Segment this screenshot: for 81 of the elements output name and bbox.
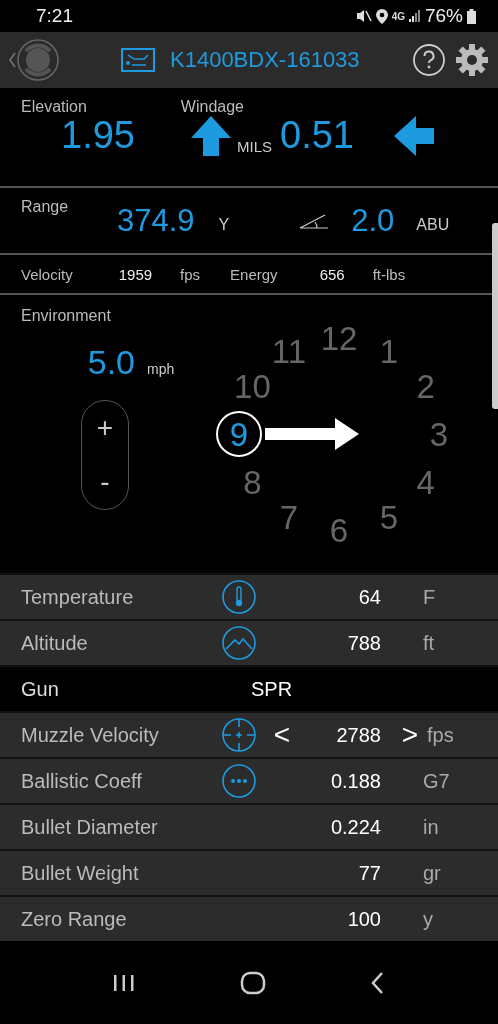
energy-label: Energy (230, 265, 278, 283)
windage-label: Windage (180, 98, 244, 116)
setting-label: Altitude (21, 631, 89, 655)
mute-icon (355, 9, 372, 23)
angle-icon (299, 212, 330, 229)
setting-unit: fps (427, 723, 454, 747)
wind-arrow-icon (265, 416, 361, 452)
setting-unit: F (423, 585, 436, 609)
battery-level: 76% (424, 5, 463, 27)
velocity-unit: fps (180, 265, 201, 283)
back-button[interactable] (6, 37, 62, 83)
device-name: K1400BDX-161033 (170, 47, 361, 73)
setting-label: Temperature (21, 585, 135, 609)
unit-label: MILS (237, 138, 272, 155)
angle-unit: ABU (416, 215, 450, 234)
setting-unit: gr (423, 861, 441, 885)
setting-label: Muzzle Velocity (21, 723, 160, 747)
range-unit: Y (218, 215, 230, 234)
setting-label: Bullet Diameter (21, 815, 159, 839)
clock-hour[interactable]: 1 (379, 334, 399, 368)
arrow-icon (191, 115, 231, 156)
gun-name: SPR (251, 677, 293, 701)
velocity-value: 1959 (118, 265, 153, 283)
wind-speed-unit: mph (147, 361, 175, 377)
settings-button[interactable] (454, 42, 490, 78)
setting-value: 788 (346, 631, 381, 655)
crosshair-icon[interactable] (221, 717, 257, 753)
clock-hour[interactable]: 10 (234, 369, 271, 403)
help-button[interactable] (412, 43, 446, 77)
next-button[interactable]: > (395, 719, 425, 751)
previous-button[interactable]: < (267, 719, 297, 751)
arrow-icon (394, 115, 434, 156)
setting-value: 2788 (335, 723, 381, 747)
windage-value: 0.51 (280, 114, 355, 157)
energy-value: 656 (319, 265, 345, 283)
setting-value: 0.224 (329, 815, 381, 839)
recent-apps-icon[interactable] (112, 972, 136, 993)
setting-label: Gun (21, 677, 60, 701)
clock-hour[interactable]: 12 (320, 321, 358, 355)
clock-hour[interactable]: 11 (271, 334, 307, 368)
location-icon (375, 8, 388, 24)
setting-label: Zero Range (21, 907, 128, 931)
setting-unit: in (423, 815, 439, 839)
setting-value: 0.188 (329, 769, 381, 793)
mountain-icon[interactable] (221, 625, 257, 661)
setting-unit: G7 (423, 769, 450, 793)
velocity-label: Velocity (21, 265, 73, 283)
status-time: 7:21 (36, 5, 73, 27)
setting-unit: ft (423, 631, 435, 655)
setting-label: Ballistic Coeff (21, 769, 143, 793)
elevation-label: Elevation (21, 98, 87, 116)
clock-hour[interactable]: 2 (416, 369, 435, 403)
clock-hour[interactable]: 7 (279, 500, 299, 534)
clock-hour[interactable]: 8 (243, 465, 262, 499)
clock-hour[interactable]: 6 (329, 513, 349, 547)
decrease-button[interactable]: - (85, 462, 125, 502)
range-value: 374.9 (117, 202, 195, 239)
setting-value: 100 (346, 907, 381, 931)
setting-value: 64 (357, 585, 381, 609)
energy-unit: ft-lbs (372, 265, 406, 283)
clock-hour[interactable]: 4 (416, 465, 435, 499)
clock-hour[interactable]: 3 (429, 417, 449, 451)
setting-unit: y (423, 907, 433, 931)
network-type: 4G (391, 10, 405, 22)
clock-hour[interactable]: 5 (379, 500, 399, 534)
thermometer-icon[interactable] (221, 579, 257, 615)
elevation-value: 1.95 (61, 114, 136, 157)
home-icon[interactable] (240, 970, 266, 995)
increase-button[interactable]: + (85, 408, 125, 448)
setting-value: 77 (357, 861, 381, 885)
signal-icon (408, 10, 421, 22)
back-icon[interactable] (370, 970, 386, 995)
setting-label: Bullet Weight (21, 861, 140, 885)
device-icon (120, 47, 156, 73)
range-label: Range (21, 198, 70, 216)
battery-icon (467, 8, 476, 24)
environment-label: Environment (21, 307, 111, 325)
more-icon[interactable] (221, 763, 257, 799)
angle-value: 2.0 (351, 202, 395, 239)
clock-hour[interactable]: 9 (216, 411, 262, 457)
wind-speed-value: 5.0 (87, 343, 135, 382)
